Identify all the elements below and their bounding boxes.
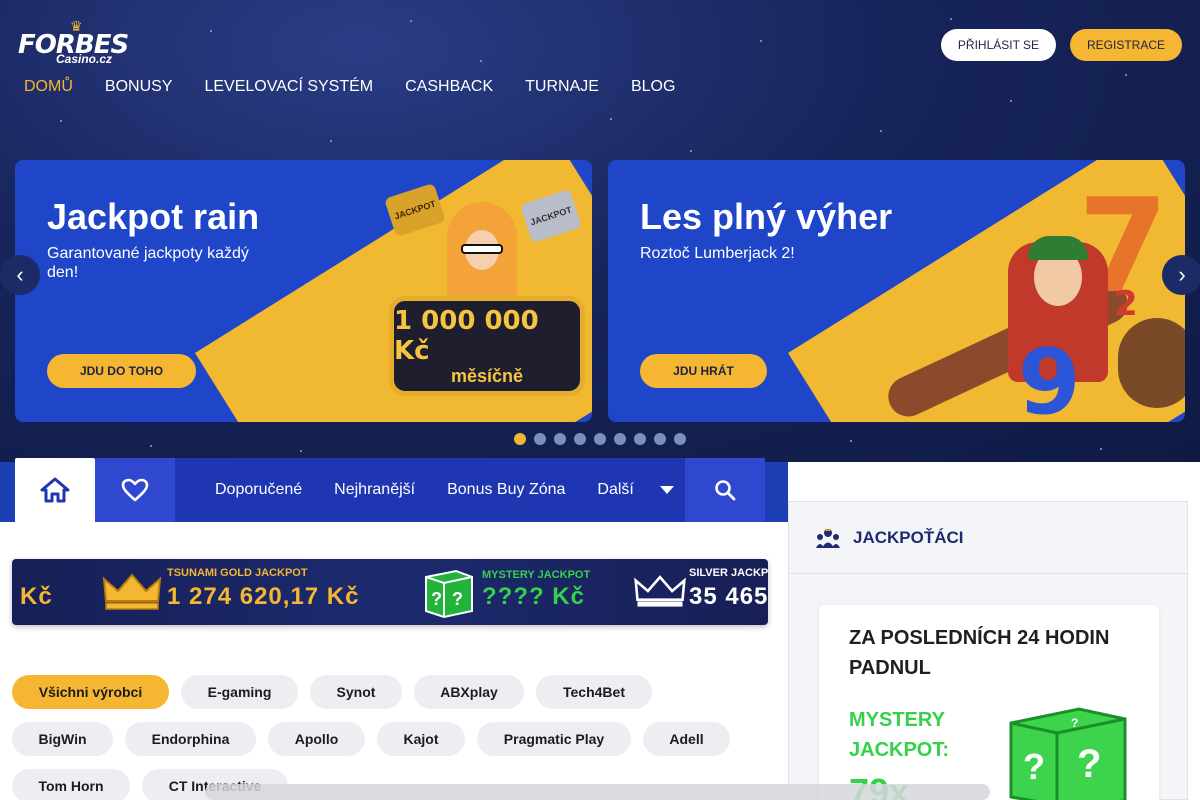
bear-illustration: [1118, 318, 1185, 408]
carousel-dot[interactable]: [594, 433, 606, 445]
number-nine: 9: [1018, 330, 1081, 422]
main-nav: DOMŮ BONUSY LEVELOVACÍ SYSTÉM CASHBACK T…: [24, 78, 675, 96]
ticker-label: MYSTERY JACKPOT: [482, 569, 591, 581]
register-button[interactable]: REGISTRACE: [1070, 29, 1182, 61]
svg-text:?: ?: [1023, 746, 1045, 787]
category-recommended[interactable]: Doporučené: [215, 481, 302, 499]
logo[interactable]: ♛ FORBES Casino.cz: [18, 18, 143, 66]
mystery-box-icon: ? ?: [425, 569, 473, 619]
jackpot-stat-card: ZA POSLEDNÍCH 24 HODIN PADNUL MYSTERY JA…: [819, 605, 1159, 800]
jackpot-rain-artwork: JACKPOT JACKPOT 1 000 000 Kč měsíčně: [384, 182, 585, 410]
nav-level-system[interactable]: LEVELOVACÍ SYSTÉM: [204, 78, 373, 96]
svg-text:?: ?: [1077, 742, 1101, 786]
search-icon: [715, 480, 736, 501]
nav-blog[interactable]: BLOG: [631, 78, 675, 96]
svg-text:?: ?: [452, 589, 463, 609]
carousel-dot[interactable]: [654, 433, 666, 445]
svg-text:?: ?: [431, 589, 442, 609]
home-icon: [40, 477, 70, 503]
slide-cta-button[interactable]: JDU HRÁT: [640, 354, 767, 388]
promo-slide-lumberjack[interactable]: Les plný výher Roztoč Lumberjack 2! JDU …: [608, 160, 1185, 422]
carousel-dots: [514, 433, 686, 445]
ticker-value: 35 465: [689, 583, 768, 610]
svg-text:?: ?: [1071, 716, 1078, 730]
glasses: [461, 244, 503, 254]
carousel-prev-button[interactable]: ‹: [0, 255, 40, 295]
chevron-down-icon: [659, 486, 674, 494]
provider-chip[interactable]: Kajot: [377, 722, 465, 756]
nav-home[interactable]: DOMŮ: [24, 78, 73, 96]
jackpot-winners-panel: JACKPOŤÁCI ZA POSLEDNÍCH 24 HODIN PADNUL…: [788, 501, 1189, 800]
category-bar: Doporučené Nejhranější Bonus Buy Zóna Da…: [15, 458, 765, 522]
crown-gold-icon: [102, 573, 162, 610]
provider-chip[interactable]: Apollo: [268, 722, 365, 756]
carousel-dot[interactable]: [614, 433, 626, 445]
ticker-value: Kč: [20, 583, 53, 610]
carousel-dot[interactable]: [554, 433, 566, 445]
jackpot-panel-header: JACKPOŤÁCI: [789, 502, 1189, 574]
ticker-value: 1 274 620,17 Kč: [167, 583, 360, 610]
winners-icon: [816, 527, 840, 548]
slide-text: Garantované jackpoty každý den!: [47, 245, 249, 281]
promo-slide-jackpot-rain[interactable]: Jackpot rain Garantované jackpoty každý …: [15, 160, 592, 422]
category-more-label: Další: [597, 481, 634, 498]
ticker-label: SILVER JACKPO: [689, 567, 768, 579]
lumberjack-artwork: 7 2 9: [848, 170, 1185, 422]
provider-chip[interactable]: Endorphina: [125, 722, 256, 756]
provider-chip[interactable]: BigWin: [12, 722, 113, 756]
nav-tournaments[interactable]: TURNAJE: [525, 78, 599, 96]
ticker-label: TSUNAMI GOLD JACKPOT: [167, 567, 308, 579]
jackpot-stat-headline: ZA POSLEDNÍCH 24 HODIN PADNUL: [849, 627, 1110, 679]
slide-cta-button[interactable]: JDU DO TOHO: [47, 354, 196, 388]
heart-icon: [121, 478, 149, 502]
category-home-button[interactable]: [15, 458, 95, 522]
jackpot-stat-name: MYSTERY JACKPOT:: [849, 709, 950, 761]
jackpot-panel-title: JACKPOŤÁCI: [853, 527, 964, 547]
carousel-dot[interactable]: [534, 433, 546, 445]
provider-chip-all[interactable]: Všichni výrobci: [12, 675, 169, 709]
slide-text: Roztoč Lumberjack 2!: [640, 245, 795, 262]
prize-amount: 1 000 000 Kč: [394, 305, 539, 366]
jackpot-ticker: Kč TSUNAMI GOLD JACKPOT 1 274 620,17 Kč …: [12, 559, 768, 625]
carousel-dot[interactable]: [674, 433, 686, 445]
category-most-played[interactable]: Nejhranější: [334, 481, 415, 499]
mystery-box-icon: ? ? ?: [1009, 707, 1127, 800]
prize-badge: 1 000 000 Kč měsíčně: [389, 296, 585, 396]
prize-period: měsíčně: [450, 365, 524, 386]
carousel-next-button[interactable]: ›: [1162, 255, 1200, 295]
logo-sub: Casino.cz: [56, 52, 113, 66]
jackpot-tag-gold: JACKPOT: [384, 182, 446, 238]
carousel-dot[interactable]: [574, 433, 586, 445]
nav-bonuses[interactable]: BONUSY: [105, 78, 173, 96]
category-bonus-buy[interactable]: Bonus Buy Zóna: [447, 481, 565, 499]
number-two: 2: [1114, 284, 1138, 324]
hero-banner: ♛ FORBES Casino.cz PŘIHLÁSIT SE REGISTRA…: [0, 0, 1200, 462]
provider-chip[interactable]: Pragmatic Play: [477, 722, 631, 756]
provider-chip[interactable]: Adell: [643, 722, 730, 756]
category-favorites-button[interactable]: [95, 458, 175, 522]
login-button[interactable]: PŘIHLÁSIT SE: [941, 29, 1056, 61]
crown-silver-icon: [634, 575, 686, 607]
provider-chip[interactable]: Synot: [310, 675, 402, 709]
nav-cashback[interactable]: CASHBACK: [405, 78, 493, 96]
provider-chip[interactable]: Tom Horn: [12, 769, 130, 800]
horizontal-scrollbar[interactable]: [205, 784, 990, 800]
provider-chip[interactable]: E-gaming: [181, 675, 298, 709]
search-button[interactable]: [685, 458, 765, 522]
hat: [1028, 236, 1088, 260]
slide-title: Jackpot rain: [47, 196, 260, 237]
category-links: Doporučené Nejhranější Bonus Buy Zóna Da…: [175, 458, 685, 522]
provider-chip[interactable]: ABXplay: [414, 675, 524, 709]
category-more-dropdown[interactable]: Další: [597, 481, 674, 499]
provider-chip[interactable]: Tech4Bet: [536, 675, 652, 709]
carousel-dot[interactable]: [514, 433, 526, 445]
carousel-dot[interactable]: [634, 433, 646, 445]
ticker-value: ???? Kč: [482, 583, 585, 610]
jackpot-tag-silver: JACKPOT: [520, 188, 582, 244]
